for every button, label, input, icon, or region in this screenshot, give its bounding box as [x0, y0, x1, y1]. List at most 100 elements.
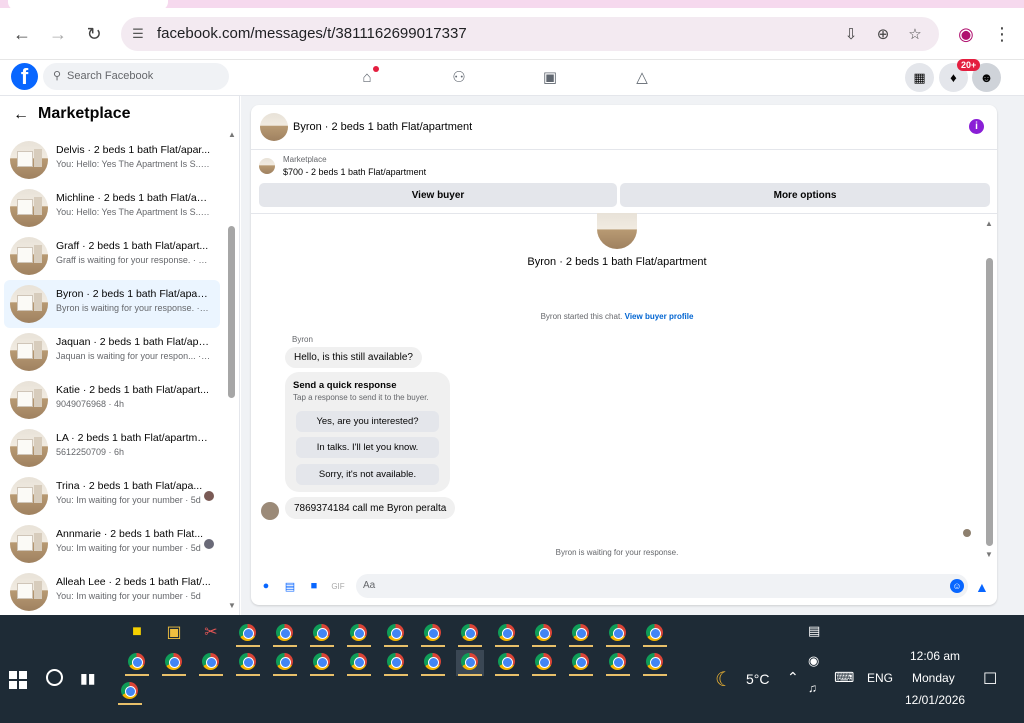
more-options-button[interactable]: More options — [620, 183, 990, 207]
conversation-item[interactable]: Annmarie · 2 beds 1 bath Flat... You: Im… — [4, 520, 220, 568]
clock-time[interactable]: 12:06 am — [910, 649, 960, 663]
conversation-item[interactable]: Katie · 2 beds 1 bath Flat/apart... 9049… — [4, 376, 220, 424]
buyer-large-avatar[interactable] — [597, 213, 637, 249]
volume-icon[interactable]: ♫ — [808, 681, 817, 695]
notification-center-icon[interactable]: ☐ — [983, 669, 997, 689]
weather-temp[interactable]: 5°C — [746, 671, 770, 687]
view-buyer-profile-link[interactable]: View buyer profile — [625, 312, 694, 321]
address-bar[interactable]: ☰ facebook.com/messages/t/38111626990173… — [121, 17, 939, 51]
conversation-list-scrollbar[interactable] — [228, 226, 235, 398]
scroll-down-icon[interactable]: ▼ — [228, 601, 236, 610]
language-indicator[interactable]: ENG — [867, 671, 893, 685]
home-icon[interactable]: ⌂ — [355, 66, 379, 88]
sticky-notes-icon[interactable]: ■ — [123, 619, 151, 645]
chrome-window-icon[interactable] — [493, 650, 521, 676]
snipping-tool-icon[interactable]: ✂ — [197, 619, 225, 645]
chrome-window-icon[interactable] — [123, 650, 151, 676]
quick-response-option[interactable]: Sorry, it's not available. — [296, 464, 439, 485]
chrome-window-icon[interactable] — [308, 621, 336, 647]
like-icon[interactable]: ▲ — [975, 579, 989, 595]
conversation-item-active[interactable]: Byron · 2 beds 1 bath Flat/apart... Byro… — [4, 280, 220, 328]
chat-avatar[interactable] — [260, 113, 288, 141]
chrome-window-icon[interactable] — [530, 650, 558, 676]
site-settings-icon[interactable]: ☰ — [129, 25, 147, 43]
reload-icon[interactable]: ↻ — [82, 22, 106, 46]
chrome-window-icon[interactable] — [456, 650, 484, 676]
chrome-window-icon[interactable] — [641, 650, 669, 676]
sticker-icon[interactable]: ■ — [307, 579, 321, 593]
zoom-icon[interactable]: ⊕ — [873, 25, 893, 43]
conversation-item[interactable]: Alleah Lee · 2 beds 1 bath Flat/... You:… — [4, 568, 220, 616]
search-icon[interactable] — [46, 669, 63, 686]
chrome-window-icon[interactable] — [604, 650, 632, 676]
task-view-icon[interactable]: ▮▮ — [80, 670, 98, 686]
chrome-window-icon[interactable] — [382, 621, 410, 647]
chrome-window-icon[interactable] — [234, 650, 262, 676]
scroll-up-icon[interactable]: ▲ — [228, 130, 236, 139]
chrome-window-icon[interactable] — [567, 621, 595, 647]
chrome-window-icon[interactable] — [234, 621, 262, 647]
marketplace-icon[interactable]: ▣ — [538, 66, 562, 88]
menu-icon[interactable]: ⋮ — [990, 22, 1014, 46]
buyer-avatar[interactable] — [261, 502, 279, 520]
chrome-window-icon[interactable] — [382, 650, 410, 676]
info-icon[interactable]: i — [969, 119, 984, 134]
gif-icon[interactable]: GIF — [331, 579, 345, 593]
chrome-window-icon[interactable] — [197, 650, 225, 676]
back-icon[interactable]: ← — [10, 22, 34, 46]
chrome-window-icon[interactable] — [456, 621, 484, 647]
chrome-window-icon[interactable] — [641, 621, 669, 647]
meet-now-icon[interactable]: ◉ — [808, 653, 819, 669]
listing-summary[interactable]: Marketplace $700 - 2 beds 1 bath Flat/ap… — [251, 150, 997, 182]
conversation-preview: Byron is waiting for your response. · 4h — [56, 303, 211, 313]
gaming-icon[interactable]: △ — [630, 66, 654, 88]
friends-icon[interactable]: ⚇ — [447, 66, 471, 88]
chrome-window-icon[interactable] — [308, 650, 336, 676]
chrome-window-icon[interactable] — [419, 621, 447, 647]
chrome-window-icon[interactable] — [271, 621, 299, 647]
quick-response-option[interactable]: In talks. I'll let you know. — [296, 437, 439, 458]
chrome-window-icon[interactable] — [419, 650, 447, 676]
microphone-icon[interactable]: ● — [259, 579, 273, 593]
chrome-window-icon[interactable] — [493, 621, 521, 647]
chevron-up-icon[interactable]: ⌃ — [787, 669, 799, 686]
search-input[interactable]: ⚲ Search Facebook — [43, 63, 229, 90]
chrome-window-icon[interactable] — [271, 650, 299, 676]
chat-title[interactable]: Byron · 2 beds 1 bath Flat/apartment — [293, 121, 472, 133]
conversation-item[interactable]: LA · 2 beds 1 bath Flat/apartme... 56122… — [4, 424, 220, 472]
windows-start-icon[interactable] — [9, 671, 27, 689]
photo-icon[interactable]: ▤ — [283, 579, 297, 593]
conversation-item[interactable]: Michline · 2 beds 1 bath Flat/ap... You:… — [4, 184, 220, 232]
menu-grid-icon[interactable]: ▦ — [905, 63, 934, 92]
profile-icon[interactable]: ◉ — [954, 22, 978, 46]
chrome-window-icon[interactable] — [345, 650, 373, 676]
chrome-window-icon[interactable] — [530, 621, 558, 647]
star-icon[interactable]: ☆ — [905, 25, 925, 43]
network-icon[interactable]: ▤ — [808, 623, 820, 639]
moon-icon[interactable]: ☾ — [715, 667, 733, 692]
facebook-logo-icon[interactable]: f — [11, 63, 38, 90]
message-input[interactable]: Aa ☺ — [356, 574, 968, 598]
conversation-item[interactable]: Trina · 2 beds 1 bath Flat/apa... You: I… — [4, 472, 220, 520]
chrome-window-icon[interactable] — [567, 650, 595, 676]
file-explorer-icon[interactable]: ▣ — [160, 619, 188, 645]
chat-scrollbar[interactable] — [986, 258, 993, 546]
conversation-item[interactable]: Jaquan · 2 beds 1 bath Flat/apa... Jaqua… — [4, 328, 220, 376]
scroll-up-icon[interactable]: ▲ — [985, 219, 993, 228]
conversation-item[interactable]: Graff · 2 beds 1 bath Flat/apart... Graf… — [4, 232, 220, 280]
chrome-window-icon[interactable] — [604, 621, 632, 647]
scroll-down-icon[interactable]: ▼ — [985, 550, 993, 559]
forward-icon[interactable]: → — [46, 22, 70, 46]
clock-day[interactable]: Monday — [912, 671, 955, 685]
back-arrow-icon[interactable]: ← — [13, 106, 29, 124]
chrome-window-icon[interactable] — [160, 650, 188, 676]
chrome-window-icon[interactable] — [345, 621, 373, 647]
install-icon[interactable]: ⇩ — [841, 25, 861, 43]
keyboard-icon[interactable]: ⌨ — [834, 669, 854, 686]
conversation-item[interactable]: Delvis · 2 beds 1 bath Flat/apar... You:… — [4, 136, 220, 184]
view-buyer-button[interactable]: View buyer — [259, 183, 617, 207]
quick-response-option[interactable]: Yes, are you interested? — [296, 411, 439, 432]
emoji-icon[interactable]: ☺ — [950, 579, 964, 593]
chrome-window-icon[interactable] — [116, 679, 144, 705]
clock-date[interactable]: 12/01/2026 — [905, 693, 965, 707]
